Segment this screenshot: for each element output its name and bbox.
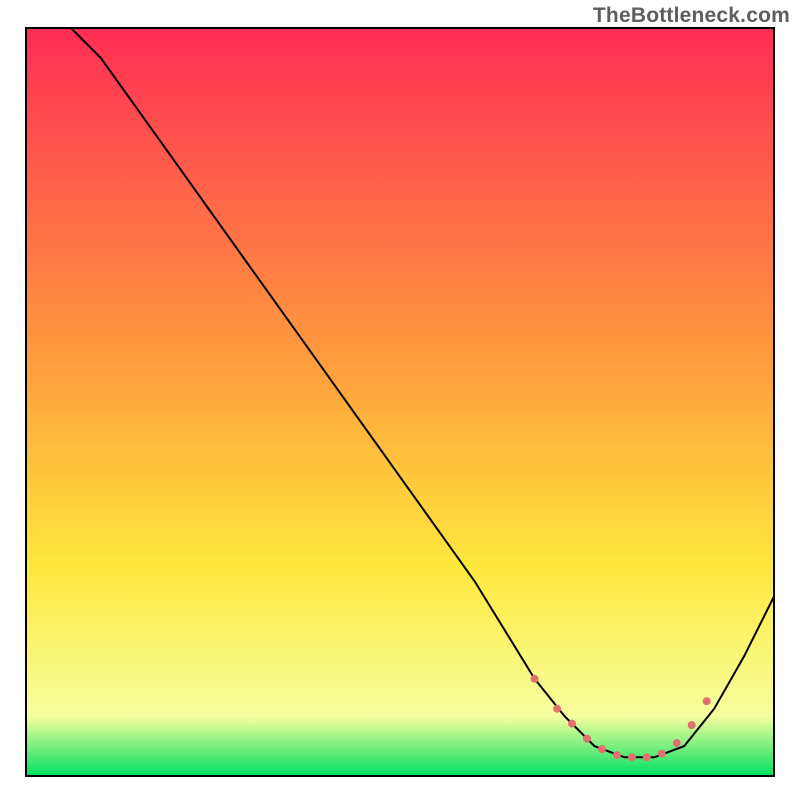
optimal-marker (568, 720, 576, 728)
optimal-marker (583, 735, 591, 743)
optimal-marker (553, 705, 561, 713)
optimal-marker (703, 697, 711, 705)
chart-background (26, 28, 774, 776)
plot-area (26, 28, 774, 776)
optimal-marker (673, 739, 681, 747)
optimal-marker (643, 753, 651, 761)
optimal-marker (688, 721, 696, 729)
optimal-marker (598, 745, 606, 753)
optimal-marker (628, 753, 636, 761)
watermark-text: TheBottleneck.com (593, 4, 790, 28)
optimal-marker (658, 750, 666, 758)
bottleneck-chart (0, 0, 800, 800)
optimal-marker (531, 675, 539, 683)
optimal-marker (613, 751, 621, 759)
chart-container: TheBottleneck.com (0, 0, 800, 800)
